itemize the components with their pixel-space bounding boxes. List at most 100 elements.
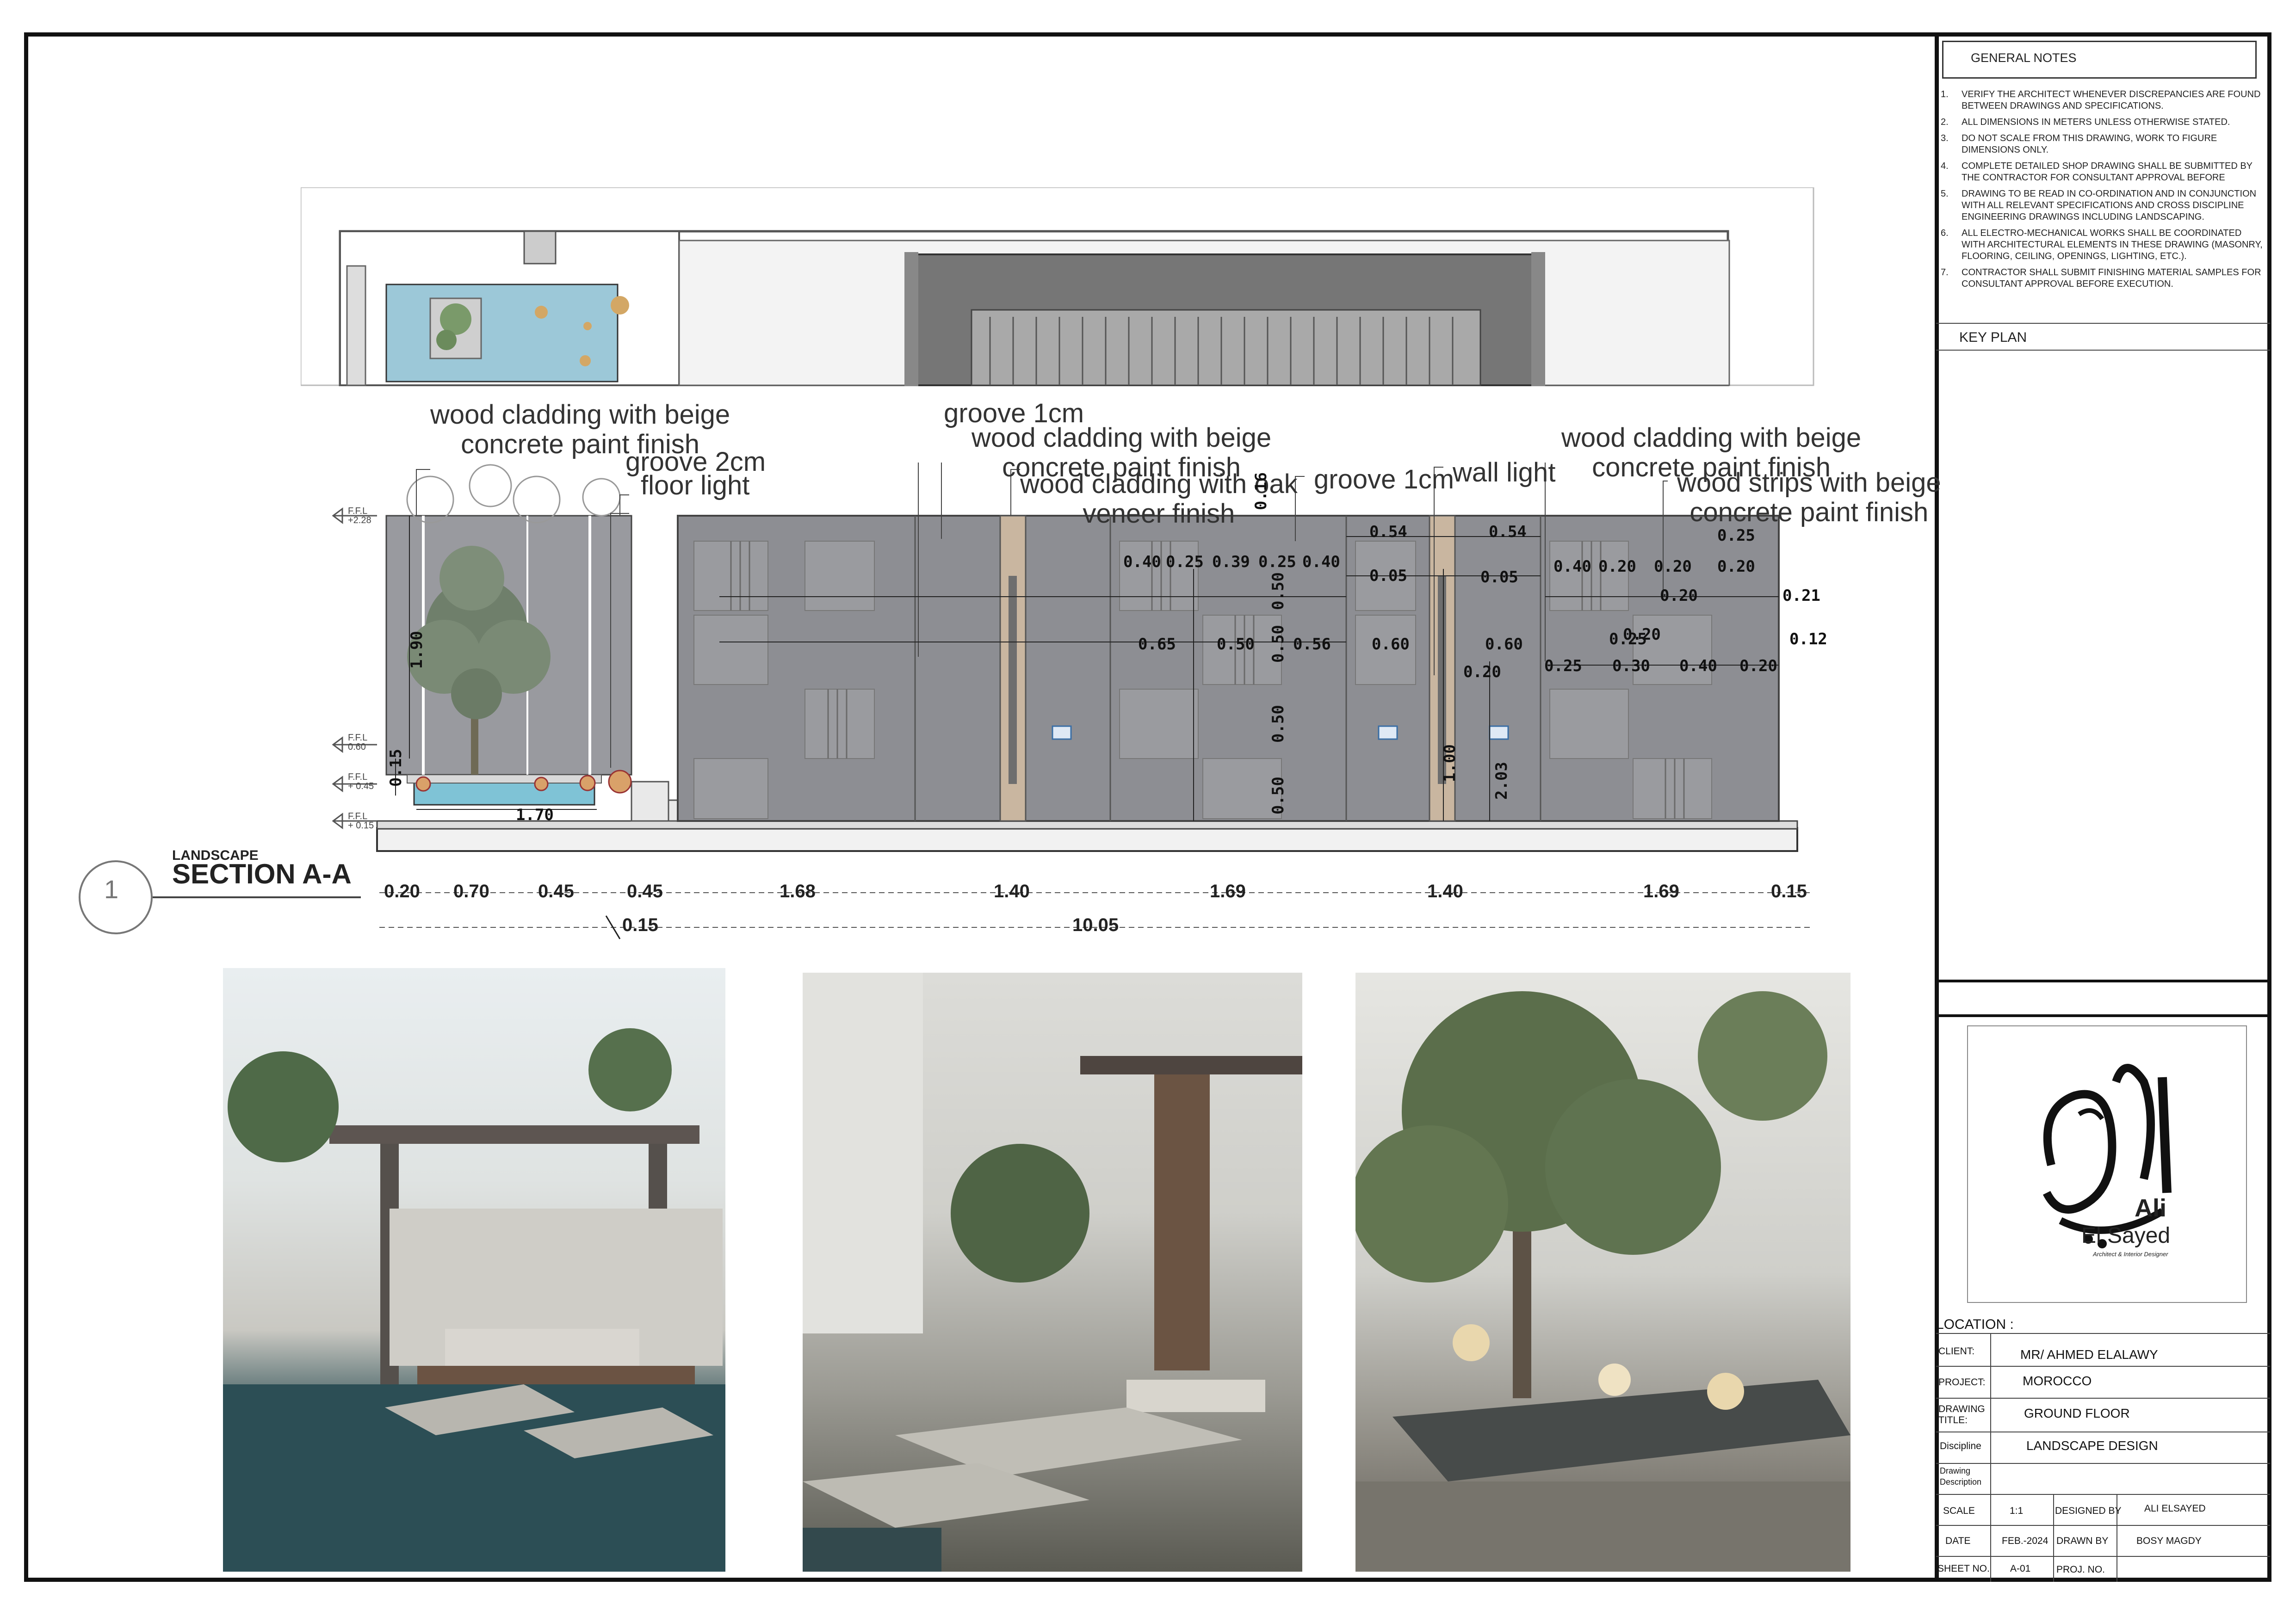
dim-label: 0.21 — [1782, 586, 1820, 605]
divider — [2053, 1494, 2054, 1582]
callout-line: wood cladding with beige — [972, 423, 1272, 453]
divider — [1936, 1398, 2270, 1399]
callout-line: veneer finish — [1083, 499, 1235, 529]
callout-floor-light: floor light — [641, 470, 750, 500]
note-text: ALL DIMENSIONS IN METERS UNLESS OTHERWIS… — [1962, 117, 2230, 127]
section-number: 1 — [104, 875, 119, 904]
divider — [1936, 1525, 2270, 1526]
designed-by-label: DESIGNED BY — [2055, 1506, 2122, 1516]
drawing-title-label-line: DRAWING — [1938, 1404, 1985, 1414]
render-image-pergola — [223, 968, 725, 1572]
dim-label: 0.50 — [1269, 625, 1287, 663]
dim-label: 0.20 — [1739, 657, 1777, 675]
client-label: CLIENT: — [1938, 1346, 1975, 1357]
wall-light-icon — [1489, 725, 1509, 740]
drawing-title-label-line: TITLE: — [1938, 1415, 1968, 1426]
note-text: VERIFY THE ARCHITECT WHENEVER DISCREPANC… — [1962, 89, 2261, 111]
dim-label: 0.16 — [1251, 472, 1270, 510]
floor-light-icon — [579, 775, 596, 791]
render-image-courtyard — [803, 973, 1302, 1572]
drawn-by-value: BOSY MAGDY — [2136, 1536, 2202, 1546]
logo-calligraphy-icon — [2042, 1064, 2172, 1248]
callout-line: concrete paint finish — [1690, 497, 1929, 527]
ffl-level-060: F.F.L 0.60 — [348, 733, 367, 752]
bottom-dim: 0.15 — [1771, 881, 1807, 901]
ffl-label: F.F.L — [348, 733, 368, 743]
logo-tagline: Architect & Interior Designer — [2093, 1251, 2168, 1258]
bottom-dim: 1.40 — [994, 881, 1030, 901]
dim-label: 0.40 — [1302, 553, 1340, 571]
general-notes-title: GENERAL NOTES — [1971, 51, 2077, 65]
dim-label: 1.70 — [516, 806, 554, 824]
dim-label: 0.20 — [1717, 557, 1755, 576]
note-number: 3. — [1941, 133, 1949, 143]
note-text: COMPLETE DETAILED SHOP DRAWING SHALL BE … — [1962, 161, 2253, 183]
dim-label: 0.25 — [1609, 630, 1647, 648]
dim-label: 0.40 — [1679, 657, 1717, 675]
bottom-dim: 0.70 — [453, 881, 489, 901]
dim-label: 0.15 — [386, 749, 405, 787]
discipline-value: LANDSCAPE DESIGN — [2026, 1438, 2158, 1453]
render-image-tree-pool — [1355, 973, 1850, 1572]
note-item: 2. ALL DIMENSIONS IN METERS UNLESS OTHERW… — [1941, 117, 2267, 128]
ffl-label: F.F.L — [348, 772, 368, 782]
key-plan-label: KEY PLAN — [1959, 330, 2027, 345]
callout-line: wood cladding with beige — [430, 400, 730, 430]
logo-surname: El Sayed — [2081, 1223, 2171, 1248]
render-pergola-illustration — [223, 1028, 725, 1572]
divider — [1936, 1463, 2270, 1464]
note-text: DRAWING TO BE READ IN CO-ORDINATION AND … — [1962, 189, 2257, 222]
dim-label: 0.40 — [1553, 557, 1591, 576]
drawing-title-value: GROUND FLOOR — [2024, 1406, 2130, 1420]
dim-label: 0.25 — [1166, 553, 1204, 571]
description-label-line: Drawing — [1940, 1466, 1971, 1475]
description-label: Drawing Description — [1940, 1465, 1981, 1487]
bottom-dim: 1.68 — [780, 881, 816, 901]
bottom-dim: 0.45 — [627, 881, 663, 901]
note-item: 7. CONTRACTOR SHALL SUBMIT FINISHING MATE… — [1941, 267, 2267, 290]
callout-line: wood cladding with beige — [1561, 423, 1862, 453]
divider — [1936, 1014, 2270, 1017]
note-item: 6. ALL ELECTRO-MECHANICAL WORKS SHALL BE … — [1941, 228, 2267, 262]
note-number: 7. — [1941, 267, 1949, 278]
dim-label: 0.40 — [1123, 553, 1161, 571]
dim-label: 0.50 — [1269, 705, 1287, 743]
render-tree-pool-illustration — [1355, 991, 1850, 1572]
dim-label: 0.50 — [1269, 777, 1287, 815]
divider — [1936, 1556, 2270, 1557]
bottom-dim: 1.69 — [1210, 881, 1246, 901]
render-courtyard-illustration — [803, 973, 1302, 1572]
divider — [1990, 1333, 1991, 1495]
dim-label: 1.00 — [1440, 744, 1459, 782]
divider — [1936, 350, 2270, 351]
dim-label: 0.20 — [1598, 557, 1636, 576]
divider — [1936, 323, 2270, 324]
floor-light-icon — [415, 776, 431, 792]
note-item: 3. DO NOT SCALE FROM THIS DRAWING, WORK T… — [1941, 133, 2267, 156]
note-number: 6. — [1941, 228, 1949, 238]
divider — [1936, 1333, 2270, 1334]
dim-label: 0.54 — [1489, 523, 1527, 541]
wall-light-icon — [1378, 725, 1398, 740]
bottom-dim: 1.40 — [1427, 881, 1463, 901]
designed-by-value: ALI ELSAYED — [2144, 1503, 2206, 1514]
proj-no-label: PROJ. NO. — [2056, 1564, 2105, 1575]
divider — [1936, 1494, 2270, 1495]
floor-light-icon — [534, 777, 549, 791]
ffl-level-045: F.F.L + 0.45 — [348, 772, 374, 791]
dim-label: 0.60 — [1485, 635, 1523, 654]
drawn-by-label: DRAWN BY — [2056, 1536, 2109, 1546]
note-item: 4. COMPLETE DETAILED SHOP DRAWING SHALL B… — [1941, 160, 2267, 184]
dim-label: 0.30 — [1612, 657, 1650, 675]
total-dim: 10.05 — [1072, 915, 1119, 935]
note-text: CONTRACTOR SHALL SUBMIT FINISHING MATERI… — [1962, 267, 2261, 289]
project-label: PROJECT: — [1938, 1377, 1986, 1388]
dim-label: 0.12 — [1789, 630, 1827, 648]
dim-label: 0.39 — [1212, 553, 1250, 571]
callout-wood-strips: wood strips with beige concrete paint fin… — [1677, 468, 1941, 527]
plan-view — [301, 187, 1814, 386]
date-value: FEB.-2024 — [2002, 1536, 2048, 1546]
note-item: 5. DRAWING TO BE READ IN CO-ORDINATION AN… — [1941, 188, 2267, 223]
logo-box: Ali El Sayed Architect & Interior Design… — [1967, 1025, 2247, 1303]
note-number: 1. — [1941, 89, 1949, 99]
